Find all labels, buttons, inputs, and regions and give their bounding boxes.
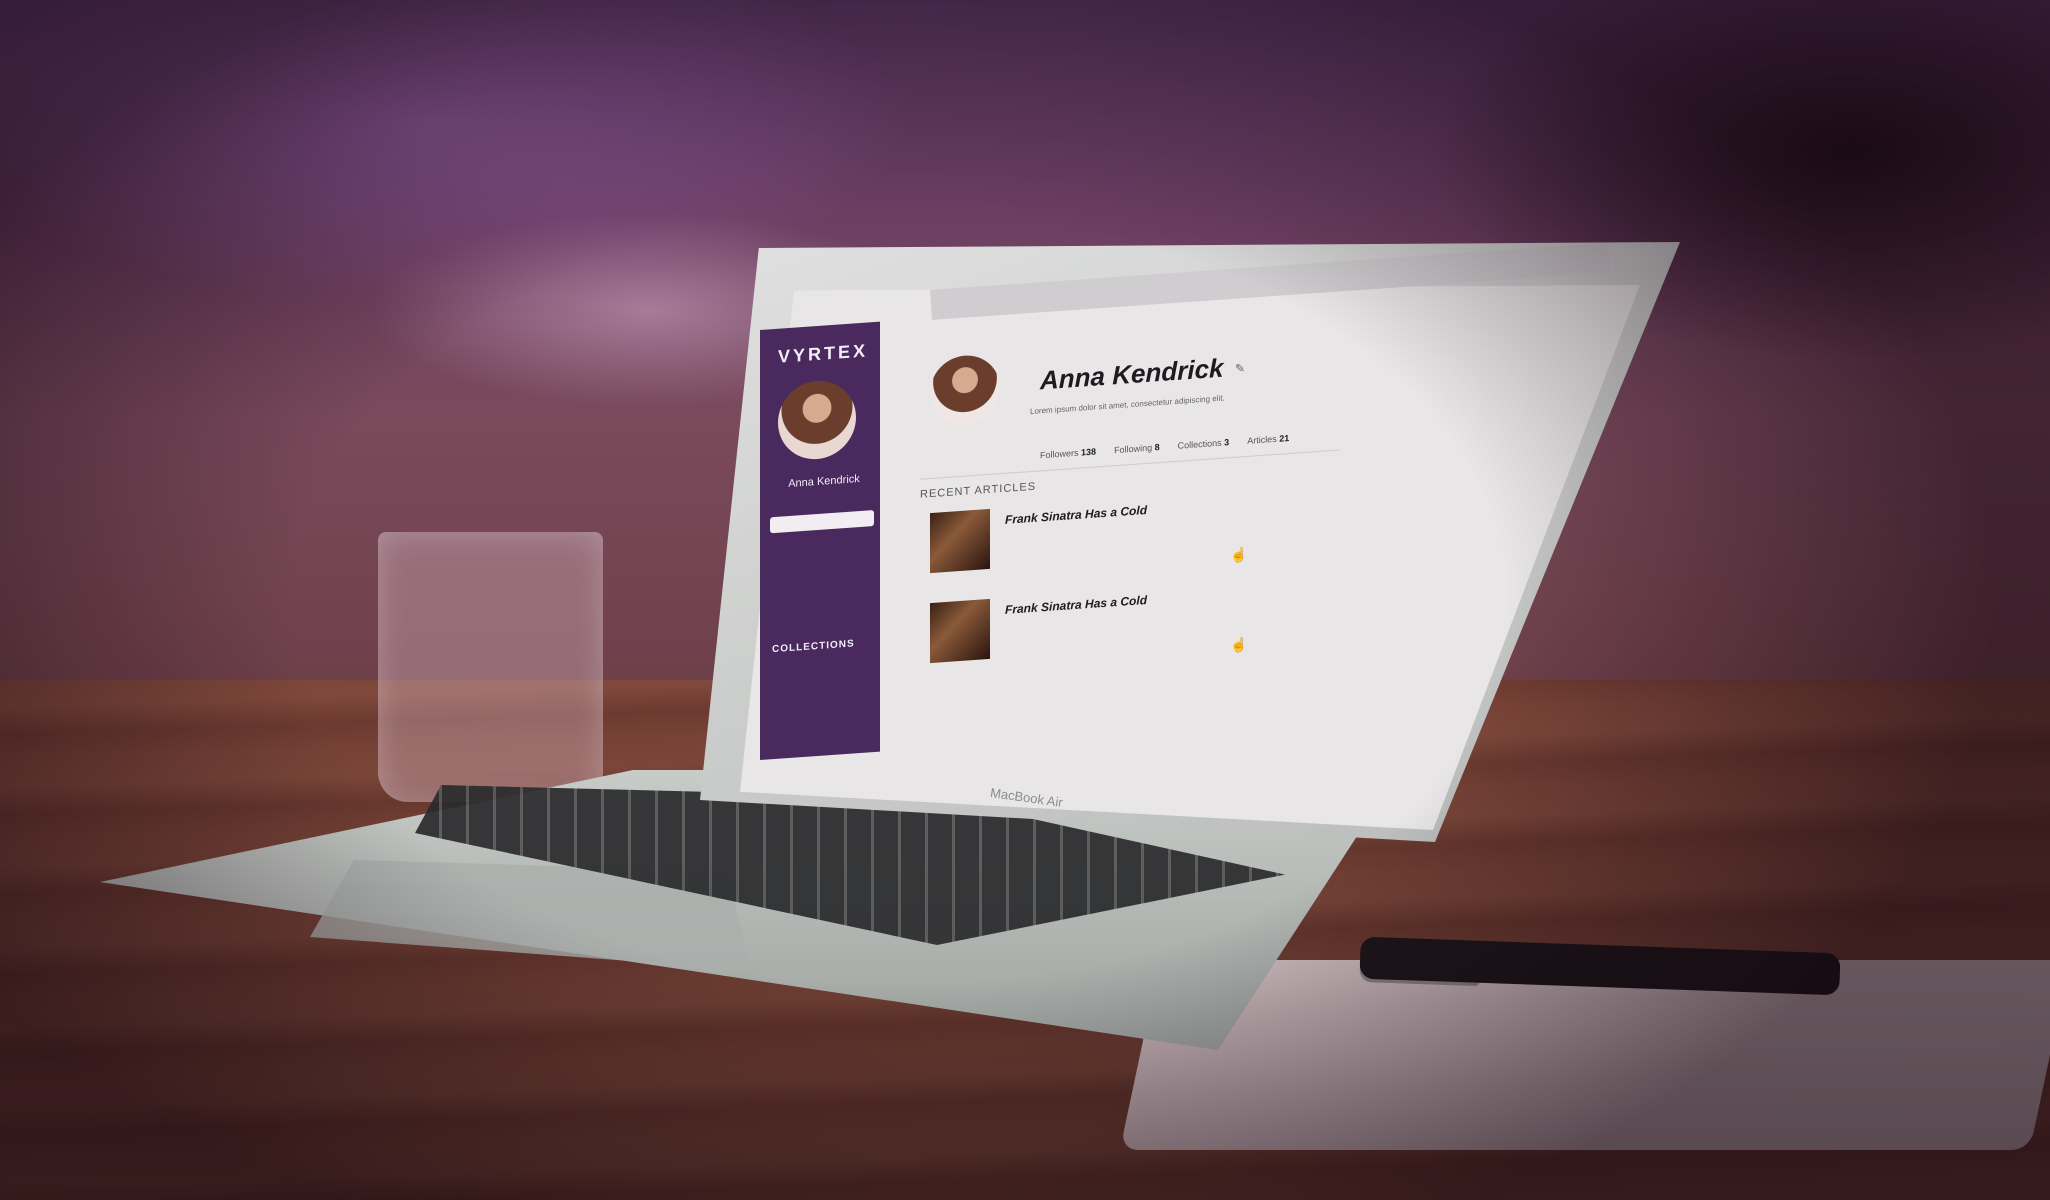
sidebar-avatar [778, 378, 856, 462]
article-title[interactable]: Frank Sinatra Has a Cold [1005, 503, 1147, 527]
clap-icon[interactable]: ☝ [1230, 546, 1247, 564]
articles-stat[interactable]: Articles 21 [1247, 433, 1289, 446]
sidebar-user-name: Anna Kendrick [788, 473, 860, 491]
following-stat[interactable]: Following 8 [1114, 442, 1160, 455]
article-thumbnail [930, 508, 990, 574]
recent-articles-heading: RECENT ARTICLES [920, 480, 1037, 501]
photo-scene: VYRTEX Anna Kendrick COLLECTIONS Anna Ke… [0, 0, 2050, 1200]
sidebar-search-input[interactable] [770, 510, 874, 534]
followers-stat[interactable]: Followers 138 [1040, 447, 1096, 461]
profile-main: Anna Kendrick ✎ Lorem ipsum dolor sit am… [890, 272, 1590, 771]
collections-stat[interactable]: Collections 3 [1178, 437, 1230, 451]
water-glass [378, 532, 603, 802]
article-item[interactable]: Frank Sinatra Has a Cold ☝ [930, 487, 1310, 594]
article-item[interactable]: Frank Sinatra Has a Cold ☝ [930, 577, 1310, 684]
profile-name: Anna Kendrick [1040, 352, 1224, 396]
sidebar: VYRTEX Anna Kendrick COLLECTIONS [760, 321, 880, 760]
sidebar-collections-heading[interactable]: COLLECTIONS [772, 638, 855, 655]
brand-logo[interactable]: VYRTEX [778, 340, 868, 367]
article-thumbnail [930, 598, 990, 664]
profile-avatar [930, 353, 1000, 429]
edit-icon[interactable]: ✎ [1235, 361, 1245, 376]
clap-icon[interactable]: ☝ [1230, 636, 1247, 654]
profile-app: VYRTEX Anna Kendrick COLLECTIONS Anna Ke… [760, 270, 1620, 800]
notebook [1119, 960, 2050, 1150]
article-title[interactable]: Frank Sinatra Has a Cold [1005, 593, 1147, 617]
